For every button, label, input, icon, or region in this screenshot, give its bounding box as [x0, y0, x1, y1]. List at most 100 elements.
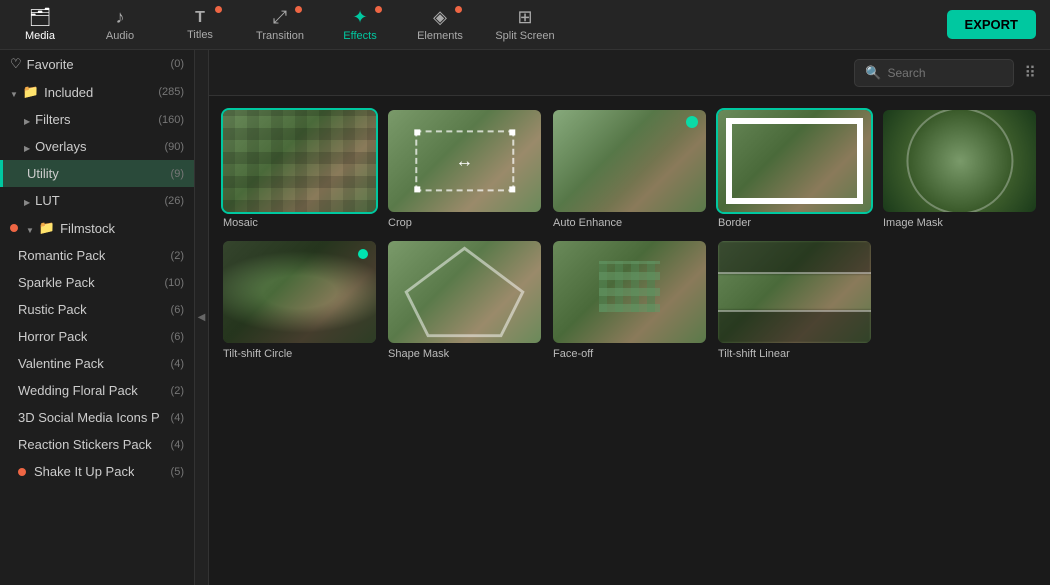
sidebar-item-valentine[interactable]: Valentine Pack (4) [0, 350, 194, 377]
sidebar-social-label: 3D Social Media Icons P [18, 410, 160, 425]
sidebar-item-overlays[interactable]: Overlays (90) [0, 133, 194, 160]
sidebar-utility-count: (9) [171, 168, 184, 180]
effect-label-mosaic: Mosaic [223, 217, 376, 229]
effect-card-faceoff[interactable]: Face-off [553, 241, 706, 360]
shape-mask-svg [388, 241, 541, 343]
shakeit-dot [18, 468, 26, 476]
toolbar: 🗂 Media ♪ Audio T Titles ⤢ Transition ✦ … [0, 0, 1050, 50]
toolbar-splitscreen[interactable]: ⊞ Split Screen [480, 0, 570, 50]
elements-dot [455, 6, 462, 13]
sidebar-reaction-label: Reaction Stickers Pack [18, 437, 152, 452]
toolbar-transition-label: Transition [256, 30, 304, 42]
effect-label-faceoff: Face-off [553, 348, 706, 360]
sidebar-item-filters[interactable]: Filters (160) [0, 106, 194, 133]
sidebar-item-reaction[interactable]: Reaction Stickers Pack (4) [0, 431, 194, 458]
sidebar-reaction-count: (4) [171, 439, 184, 451]
grid-view-icon[interactable]: ⠿ [1024, 63, 1036, 83]
effects-grid: Mosaic ↔ Crop [209, 96, 1050, 585]
effect-card-tilt-linear[interactable]: Tilt-shift Linear [718, 241, 871, 360]
effect-card-auto-enhance[interactable]: Auto Enhance [553, 110, 706, 229]
sidebar-romantic-count: (2) [171, 250, 184, 262]
auto-enhance-dot [686, 116, 698, 128]
sidebar-wedding-label: Wedding Floral Pack [18, 383, 138, 398]
circle-mask [906, 110, 1013, 212]
sidebar-item-wedding[interactable]: Wedding Floral Pack (2) [0, 377, 194, 404]
toolbar-transition[interactable]: ⤢ Transition [240, 0, 320, 50]
effects-dot [375, 6, 382, 13]
effect-label-image-mask: Image Mask [883, 217, 1036, 229]
sidebar-rustic-label: Rustic Pack [18, 302, 87, 317]
search-icon: 🔍 [865, 65, 881, 81]
sidebar-item-shakeit[interactable]: Shake It Up Pack (5) [0, 458, 194, 485]
sidebar-rustic-count: (6) [171, 304, 184, 316]
search-input[interactable] [887, 66, 1003, 80]
effect-card-crop[interactable]: ↔ Crop [388, 110, 541, 229]
export-button[interactable]: EXPORT [947, 10, 1036, 39]
toolbar-media-label: Media [25, 30, 55, 42]
effect-card-image-mask[interactable]: Image Mask [883, 110, 1036, 229]
sidebar-overlays-count: (90) [164, 141, 184, 153]
sidebar-item-sparkle[interactable]: Sparkle Pack (10) [0, 269, 194, 296]
lut-arrow-icon [24, 193, 30, 208]
toolbar-titles[interactable]: T Titles [160, 0, 240, 50]
titles-icon: T [195, 9, 205, 27]
collapse-icon: ◀ [198, 312, 206, 323]
toolbar-media[interactable]: 🗂 Media [0, 0, 80, 50]
filmstock-dot [10, 224, 18, 232]
effect-thumb-mosaic [223, 110, 376, 212]
overlays-arrow-icon [24, 139, 30, 154]
content-header: 🔍 ⠿ [209, 50, 1050, 96]
crop-corner-br [509, 187, 515, 193]
sidebar-item-favorite[interactable]: ♡ Favorite (0) [0, 50, 194, 78]
sidebar-collapse-handle[interactable]: ◀ [195, 50, 209, 585]
sidebar-item-social[interactable]: 3D Social Media Icons P (4) [0, 404, 194, 431]
sidebar-valentine-label: Valentine Pack [18, 356, 104, 371]
toolbar-effects[interactable]: ✦ Effects [320, 0, 400, 50]
included-folder-icon: 📁 [23, 84, 39, 100]
sidebar: ♡ Favorite (0) 📁 Included (285) Filters … [0, 50, 195, 585]
transition-icon: ⤢ [273, 7, 287, 28]
search-box[interactable]: 🔍 [854, 59, 1014, 87]
sidebar-utility-label: Utility [27, 166, 59, 181]
sidebar-romantic-label: Romantic Pack [18, 248, 105, 263]
effect-label-border: Border [718, 217, 871, 229]
splitscreen-icon: ⊞ [517, 7, 532, 28]
sidebar-item-utility[interactable]: Utility (9) [0, 160, 194, 187]
effect-label-shape-mask: Shape Mask [388, 348, 541, 360]
sidebar-item-lut[interactable]: LUT (26) [0, 187, 194, 214]
sidebar-overlays-label: Overlays [35, 139, 86, 154]
elements-icon: ◈ [433, 7, 447, 28]
sidebar-item-romantic[interactable]: Romantic Pack (2) [0, 242, 194, 269]
crop-corner-tr [509, 129, 515, 135]
toolbar-audio[interactable]: ♪ Audio [80, 0, 160, 50]
toolbar-splitscreen-label: Split Screen [495, 30, 554, 42]
sidebar-filters-label: Filters [35, 112, 70, 127]
crop-arrow-icon: ↔ [456, 151, 474, 172]
sidebar-item-included[interactable]: 📁 Included (285) [0, 78, 194, 106]
toolbar-elements[interactable]: ◈ Elements [400, 0, 480, 50]
effect-card-shape-mask[interactable]: Shape Mask [388, 241, 541, 360]
filmstock-folder-icon: 📁 [39, 220, 55, 236]
effect-label-auto-enhance: Auto Enhance [553, 217, 706, 229]
sidebar-wedding-count: (2) [171, 385, 184, 397]
audio-icon: ♪ [116, 7, 125, 28]
sidebar-item-filmstock[interactable]: 📁 Filmstock [0, 214, 194, 242]
effect-card-mosaic[interactable]: Mosaic [223, 110, 376, 229]
transition-dot [295, 6, 302, 13]
toolbar-effects-label: Effects [343, 30, 376, 42]
faceoff-pixel [599, 261, 660, 312]
sidebar-horror-count: (6) [171, 331, 184, 343]
effect-thumb-tilt-linear [718, 241, 871, 343]
crop-corner-tl [414, 129, 420, 135]
sidebar-item-horror[interactable]: Horror Pack (6) [0, 323, 194, 350]
effect-thumb-tilt-circle [223, 241, 376, 343]
sidebar-item-rustic[interactable]: Rustic Pack (6) [0, 296, 194, 323]
sidebar-filmstock-label: Filmstock [60, 221, 115, 236]
effect-label-tilt-linear: Tilt-shift Linear [718, 348, 871, 360]
effect-card-tilt-circle[interactable]: Tilt-shift Circle [223, 241, 376, 360]
crop-corner-bl [414, 187, 420, 193]
sidebar-favorite-count: (0) [171, 58, 184, 70]
filters-arrow-icon [24, 112, 30, 127]
effect-card-border[interactable]: Border [718, 110, 871, 229]
effect-thumb-faceoff [553, 241, 706, 343]
